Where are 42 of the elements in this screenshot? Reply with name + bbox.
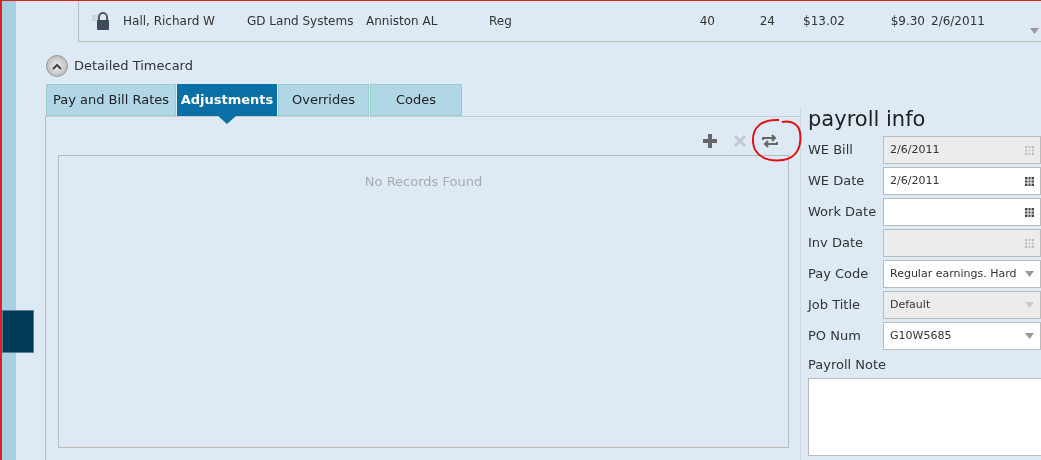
lock-icon <box>91 11 111 31</box>
dropdown-arrow-icon <box>1025 302 1034 308</box>
table-cell-text: Hall, Richard W <box>123 13 216 30</box>
dropdown-field[interactable]: Regular earnings. Hard <box>883 260 1041 288</box>
table-cell-text: 2/6/2011 <box>930 13 986 30</box>
date-field[interactable]: 2/6/2011 <box>883 167 1041 195</box>
calendar-icon <box>1025 176 1034 186</box>
note-field[interactable] <box>808 377 1041 456</box>
field-label: Inv Date <box>808 234 864 253</box>
table-cell-text: GD Land Systems <box>247 13 355 30</box>
tab[interactable]: Overrides <box>278 84 369 116</box>
calendar-icon <box>1025 207 1034 217</box>
tab-pointer <box>217 115 237 124</box>
field-label: Pay Code <box>808 265 870 284</box>
section-title: Detailed Timecard <box>74 57 193 76</box>
dropdown-arrow-icon <box>1025 333 1034 339</box>
date-field[interactable] <box>883 198 1041 226</box>
grid-row[interactable]: Hall, Richard W GD Land Systems Anniston AL Reg 40 24 $13.02 $9.30 2/6/2011 <box>78 1 1041 42</box>
panel-title: payroll info <box>808 107 927 133</box>
tab[interactable]: Codes <box>370 84 462 116</box>
field-label: WE Bill <box>808 141 854 160</box>
calendar-icon <box>1025 238 1034 248</box>
chevron-up-icon <box>52 62 62 70</box>
table-cell-text: 24 <box>758 13 775 30</box>
empty-message: No Records Found <box>364 173 483 190</box>
collapse-button[interactable] <box>46 55 68 77</box>
field-label: WE Date <box>808 172 866 191</box>
dropdown-field[interactable]: G10W5685 <box>883 322 1041 350</box>
table-cell-text: $9.30 <box>889 13 925 30</box>
tab[interactable]: Pay and Bill Rates <box>46 84 176 116</box>
calendar-icon <box>1025 145 1034 155</box>
side-tab[interactable] <box>2 310 34 353</box>
dropdown-arrow-icon <box>1025 271 1034 277</box>
table-cell-text: Anniston AL <box>366 13 439 30</box>
table-cell-text: 40 <box>698 13 715 30</box>
field-label: PO Num <box>808 327 862 346</box>
field-label: Job Title <box>808 296 862 315</box>
scroll-arrow-icon[interactable] <box>1030 28 1039 34</box>
field-label: Payroll Note <box>808 356 888 374</box>
table-cell-text: $13.02 <box>802 13 845 30</box>
table-cell-text: Reg <box>489 13 513 30</box>
field-label: Work Date <box>808 203 878 222</box>
